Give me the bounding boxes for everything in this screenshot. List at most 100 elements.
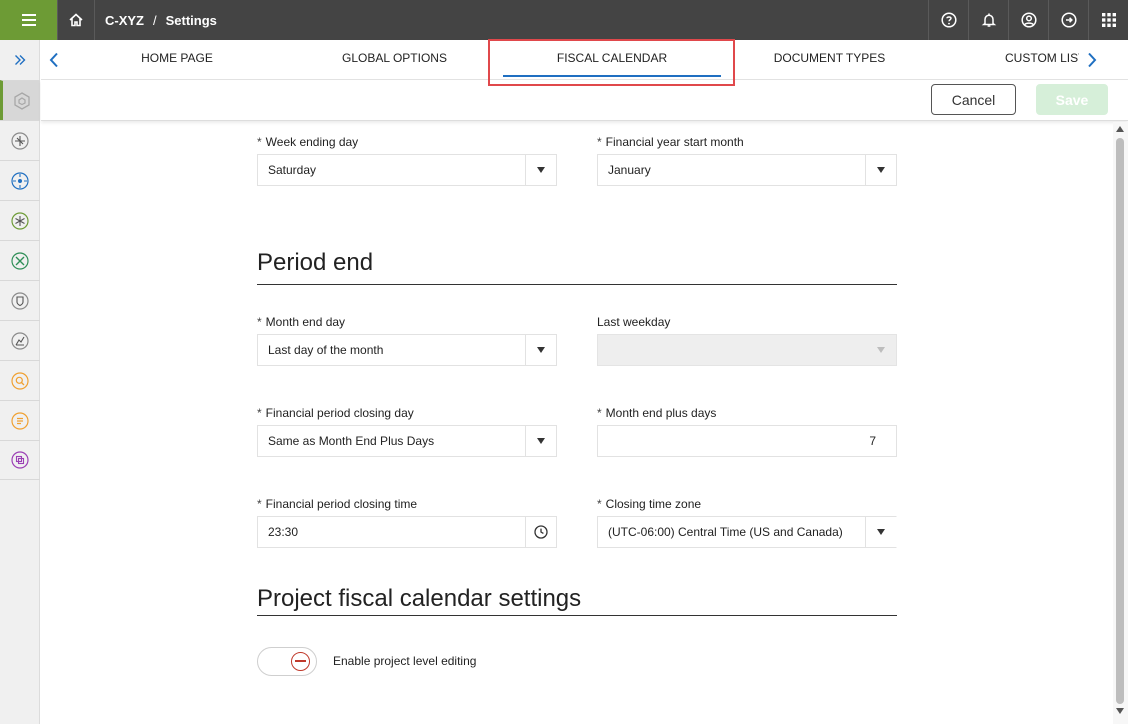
module-search-icon [11,371,29,390]
financial-period-closing-day-select[interactable]: Same as Month End Plus Days [257,425,557,457]
tab-custom-list[interactable]: CUSTOM LIST [1005,40,1125,79]
app-launcher-button[interactable] [1088,0,1128,40]
settings-hexagon-icon [13,91,30,110]
toggle-off-icon [291,652,310,671]
last-weekday-select [597,334,897,366]
closing-time-zone-value: (UTC-06:00) Central Time (US and Canada) [608,525,843,539]
logout-button[interactable] [1048,0,1088,40]
required-marker: * [257,497,262,511]
clock-icon [534,525,548,539]
nav-item-module-9[interactable] [0,440,40,480]
caret-down-icon [877,167,885,173]
nav-item-module-7[interactable] [0,360,40,400]
settings-tab-bar: HOME PAGE GLOBAL OPTIONS FISCAL CALENDAR… [41,40,1128,80]
required-marker: * [257,406,262,420]
home-button[interactable] [57,0,95,40]
save-button[interactable]: Save [1036,84,1108,115]
month-end-day-label: * Month end day [257,315,346,329]
required-marker: * [597,135,602,149]
month-end-day-value: Last day of the month [268,343,384,357]
module-list-icon [11,411,29,430]
hamburger-menu-button[interactable] [0,0,57,40]
scroll-up-arrow-icon[interactable] [1116,126,1124,132]
nav-item-module-8[interactable] [0,400,40,440]
scroll-down-arrow-icon[interactable] [1116,708,1124,714]
vertical-scrollbar[interactable] [1113,122,1128,724]
breadcrumb-page: Settings [165,12,217,28]
week-ending-day-select[interactable]: Saturday [257,154,557,186]
user-circle-icon [1020,12,1037,28]
financial-year-start-month-select[interactable]: January [597,154,897,186]
nav-item-module-4[interactable] [0,240,40,280]
dropdown-toggle[interactable] [525,426,556,456]
nav-item-module-3[interactable] [0,200,40,240]
week-ending-day-value: Saturday [268,163,317,177]
module-sparkle-icon [11,131,29,150]
dropdown-toggle[interactable] [525,335,556,365]
cancel-button[interactable]: Cancel [931,84,1016,115]
user-profile-button[interactable] [1008,0,1048,40]
dropdown-toggle[interactable] [865,155,896,185]
time-picker-button[interactable] [525,517,556,547]
tabs-scroll-right-button[interactable] [1079,40,1105,79]
month-end-plus-days-value: 7 [869,434,876,448]
financial-year-start-month-value: January [608,163,651,177]
action-bar: Cancel Save [41,80,1128,121]
module-chart-icon [11,331,29,350]
scrollbar-thumb[interactable] [1116,138,1124,704]
breadcrumb-app[interactable]: C-XYZ [105,13,144,28]
home-icon [69,13,83,27]
closing-time-zone-label: * Closing time zone [597,497,702,511]
top-bar: C-XYZ / Settings [0,0,1128,40]
module-flower-icon [11,211,29,230]
month-end-plus-days-input[interactable]: 7 [597,425,897,457]
closing-time-zone-select[interactable]: (UTC-06:00) Central Time (US and Canada) [597,516,897,548]
financial-year-start-month-label: * Financial year start month [597,135,744,149]
dropdown-toggle[interactable] [865,517,896,547]
month-end-plus-days-label: * Month end plus days [597,406,717,420]
help-icon [940,12,957,28]
tab-fiscal-calendar[interactable]: FISCAL CALENDAR [503,40,721,79]
nav-item-module-6[interactable] [0,320,40,360]
nav-item-module-2[interactable] [0,160,40,200]
nav-item-module-5[interactable] [0,280,40,320]
left-nav-rail [0,40,40,724]
required-marker: * [597,497,602,511]
month-end-day-select[interactable]: Last day of the month [257,334,557,366]
dropdown-toggle [865,335,896,365]
financial-period-closing-time-label: * Financial period closing time [257,497,418,511]
notifications-button[interactable] [968,0,1008,40]
financial-period-closing-time-value: 23:30 [268,525,299,539]
logout-icon [1060,12,1077,28]
dropdown-toggle[interactable] [525,155,556,185]
required-marker: * [257,315,262,329]
module-target-icon [11,171,29,190]
help-button[interactable] [928,0,968,40]
tabs-scroll-left-button[interactable] [41,40,67,79]
module-tools-icon [11,251,29,270]
caret-down-icon [537,347,545,353]
required-marker: * [597,406,602,420]
tab-document-types[interactable]: DOCUMENT TYPES [768,40,891,79]
chevron-left-icon [49,52,58,67]
tab-global-options[interactable]: GLOBAL OPTIONS [331,40,458,79]
top-icon-group [928,0,1128,40]
financial-period-closing-day-value: Same as Month End Plus Days [268,434,435,448]
nav-item-module-1[interactable] [0,120,40,160]
financial-period-closing-time-input[interactable]: 23:30 [257,516,557,548]
module-shield-icon [11,291,29,310]
grid-apps-icon [1101,13,1116,27]
financial-period-closing-day-label: * Financial period closing day [257,406,414,420]
week-ending-day-label: * Week ending day [257,135,359,149]
tab-home-page[interactable]: HOME PAGE [120,40,234,79]
caret-down-icon [537,438,545,444]
caret-down-icon [876,347,885,353]
nav-item-settings[interactable] [0,80,40,120]
period-end-heading: Period end [257,250,897,285]
chevron-right-icon [1088,52,1097,67]
enable-project-level-editing-toggle[interactable] [257,647,317,676]
caret-down-icon [537,167,545,173]
expand-nav-button[interactable] [0,40,39,80]
module-layers-icon [11,451,29,469]
last-weekday-label: Last weekday [597,315,671,329]
